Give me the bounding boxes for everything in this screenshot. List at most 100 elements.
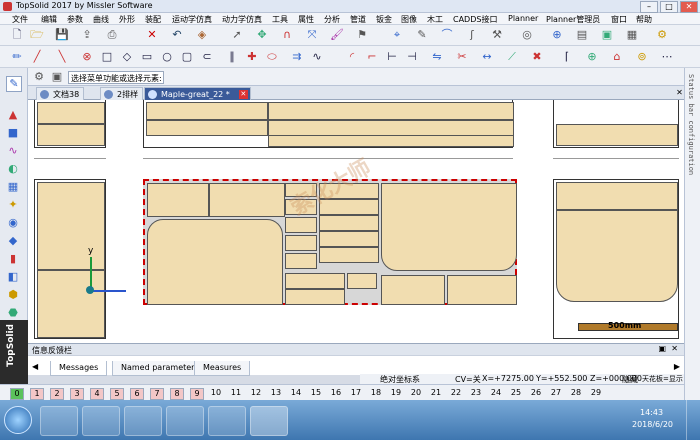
square-icon[interactable]: ▢	[180, 50, 194, 64]
zoom-icon[interactable]: ⊕	[550, 28, 564, 42]
curve-tool-icon[interactable]: ∿	[6, 144, 20, 158]
rect2-icon[interactable]: ▭	[140, 50, 154, 64]
gear-icon[interactable]: ⚙	[32, 70, 46, 84]
line-icon[interactable]: ╱	[30, 50, 44, 64]
layer-key[interactable]: 11	[230, 388, 242, 398]
menu-edit[interactable]: 编辑	[41, 14, 57, 25]
extend-icon[interactable]: ⊣	[405, 50, 419, 64]
menu-analysis[interactable]: 分析	[324, 14, 340, 25]
layer-key[interactable]: 15	[310, 388, 322, 398]
save-icon[interactable]: 💾	[55, 28, 69, 42]
solid-tool-icon[interactable]: ■	[6, 126, 20, 140]
chamfer-icon[interactable]: ⟋	[505, 50, 519, 64]
layer-key[interactable]: 9	[190, 388, 204, 400]
polygon-icon[interactable]: ◇	[120, 50, 134, 64]
coord-mode[interactable]: 绝对坐标系	[380, 374, 420, 385]
explorer-icon[interactable]	[124, 406, 162, 436]
start-button[interactable]	[4, 406, 32, 434]
mirror-icon[interactable]: ⇋	[430, 50, 444, 64]
sheet-tool-icon[interactable]: ▦	[6, 180, 20, 194]
mold-tool-icon[interactable]: ◆	[6, 234, 20, 248]
settings-icon[interactable]: ⚙	[655, 28, 669, 42]
topsolid-app-icon[interactable]	[250, 406, 288, 436]
menu-curves[interactable]: 曲线	[93, 14, 109, 25]
maximize-button[interactable]: □	[660, 1, 678, 13]
tab-doc38[interactable]: 文档38	[36, 87, 85, 101]
undo-icon[interactable]: ↶	[170, 28, 184, 42]
status-bar-config-label[interactable]: Status bar configuration	[687, 74, 695, 175]
export-icon[interactable]: ⇪	[80, 28, 94, 42]
layer-key[interactable]: 6	[130, 388, 144, 400]
print-icon[interactable]: ⎙	[105, 28, 119, 42]
layer-key[interactable]: 2	[50, 388, 64, 400]
fillet-icon[interactable]: ⌐	[365, 50, 379, 64]
attribute-icon[interactable]: ⚑	[355, 28, 369, 42]
layer-key[interactable]: 13	[270, 388, 282, 398]
layer-key[interactable]: 12	[250, 388, 262, 398]
menu-window[interactable]: 窗口	[611, 14, 627, 25]
menu-kinematics[interactable]: 运动学仿真	[172, 14, 212, 25]
parallel-icon[interactable]: ∥	[225, 50, 239, 64]
command-input[interactable]: 选择菜单功能或选择元素:	[68, 71, 164, 84]
minimize-button[interactable]: –	[640, 1, 658, 13]
paint-app-icon[interactable]	[166, 406, 204, 436]
menu-help[interactable]: 帮助	[636, 14, 652, 25]
tab-maple-great[interactable]: Maple-great_22 * ✕	[144, 87, 251, 101]
layer-key[interactable]: 21	[430, 388, 442, 398]
ellipse-icon[interactable]: ⬭	[265, 50, 279, 64]
tab-messages[interactable]: Messages	[50, 361, 108, 376]
transform-icon[interactable]: ✥	[255, 28, 269, 42]
layer-key[interactable]: 14	[290, 388, 302, 398]
menu-piping[interactable]: 管道	[350, 14, 366, 25]
clock-date[interactable]: 2018/6/20	[632, 420, 673, 429]
more-icon[interactable]: ⋯	[660, 50, 674, 64]
clamp-icon[interactable]: ⌂	[610, 50, 624, 64]
layer-key[interactable]: 0	[10, 388, 24, 400]
surface-tool-icon[interactable]: ◐	[6, 162, 20, 176]
offset-icon[interactable]: ⇉	[290, 50, 304, 64]
layer-key[interactable]: 28	[570, 388, 582, 398]
layer-key[interactable]: 20	[410, 388, 422, 398]
layer-key[interactable]: 22	[450, 388, 462, 398]
pipe-tool-icon[interactable]: ◉	[6, 216, 20, 230]
layer-key[interactable]: 19	[390, 388, 402, 398]
scroll-left-icon[interactable]: ◀	[32, 362, 38, 371]
assembly-tool-icon[interactable]: ✦	[6, 198, 20, 212]
layer-key[interactable]: 10	[210, 388, 222, 398]
layer-key[interactable]: 1	[30, 388, 44, 400]
hole-icon[interactable]: ⊚	[635, 50, 649, 64]
tools-icon[interactable]: ⚒	[490, 28, 504, 42]
menu-tools[interactable]: 工具	[272, 14, 288, 25]
menu-woodwork[interactable]: 木工	[427, 14, 443, 25]
trim-icon[interactable]: ⊢	[385, 50, 399, 64]
menu-parameters[interactable]: 参数	[67, 14, 83, 25]
layer-key[interactable]: 5	[110, 388, 124, 400]
layer-key[interactable]: 7	[150, 388, 164, 400]
menu-planner[interactable]: Planner	[508, 14, 538, 23]
layer-key[interactable]: 27	[550, 388, 562, 398]
feedback-close-icon[interactable]: ✕	[671, 344, 678, 353]
menu-image[interactable]: 图像	[401, 14, 417, 25]
feedback-pin-icon[interactable]: ▣	[658, 344, 666, 353]
wood-tool-icon[interactable]: ▮	[6, 252, 20, 266]
clock-time[interactable]: 14:43	[640, 408, 663, 417]
scroll-right-icon[interactable]: ▶	[674, 362, 680, 371]
layer-key[interactable]: 23	[470, 388, 482, 398]
layer-key[interactable]: 18	[370, 388, 382, 398]
layer-key[interactable]: 8	[170, 388, 184, 400]
open-folder-icon[interactable]: 🗁	[30, 28, 44, 42]
close-button[interactable]: ✕	[680, 1, 698, 13]
sim-tool-icon[interactable]: ⬣	[6, 306, 20, 320]
sketch-icon[interactable]: ⌒	[440, 28, 454, 42]
move-icon[interactable]: ⤧	[305, 28, 319, 42]
segment-icon[interactable]: ╲	[55, 50, 69, 64]
outlook-icon[interactable]	[40, 406, 78, 436]
close-document-icon[interactable]: ✕	[675, 88, 684, 97]
show-desktop-button[interactable]	[686, 400, 700, 440]
draft-tool-icon[interactable]: ◧	[6, 270, 20, 284]
spline-icon[interactable]: ∿	[310, 50, 324, 64]
layer-key[interactable]: 17	[350, 388, 362, 398]
view-icon[interactable]: ◎	[520, 28, 534, 42]
menu-cadds[interactable]: CADDS接口	[453, 14, 497, 25]
delete-icon[interactable]: ✕	[145, 28, 159, 42]
